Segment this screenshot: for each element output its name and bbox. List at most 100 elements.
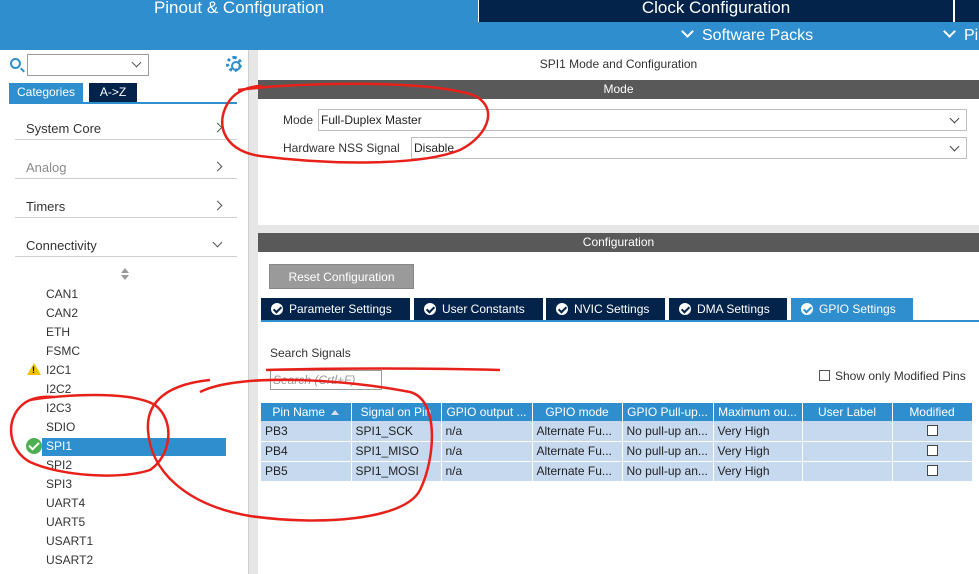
column-header[interactable]: GPIO Pull-up... [622,403,714,421]
cell-pin: PB5 [261,461,352,482]
peripheral-fsmc[interactable]: FSMC [46,343,80,360]
chevron-down-icon [949,141,960,152]
cell-speed: Very High [713,441,803,462]
category-system-core[interactable]: System Core [15,102,237,140]
peripheral-usart1[interactable]: USART1 [46,533,93,550]
peripheral-can1[interactable]: CAN1 [46,286,78,303]
tab-label: NVIC Settings [574,302,650,316]
cell-speed: Very High [713,461,803,482]
peripheral-uart4[interactable]: UART4 [46,495,85,512]
search-combo[interactable] [27,54,149,76]
tab-user-constants[interactable]: User Constants [414,298,543,320]
search-signals-label: Search Signals [270,346,351,360]
cell-modified [892,441,973,462]
cell-signal: SPI1_SCK [351,421,442,442]
table-row[interactable]: PB3 SPI1_SCK n/a Alternate Fu... No pull… [261,421,973,442]
peripheral-sdio[interactable]: SDIO [46,419,75,436]
pinout-menu[interactable]: Pi [943,25,978,45]
mode-select[interactable]: Full-Duplex Master [318,109,967,131]
tab-a-to-z[interactable]: A->Z [89,83,137,102]
software-packs-menu[interactable]: Software Packs [681,25,814,45]
peripheral-uart5[interactable]: UART5 [46,514,85,531]
cell-pull: No pull-up an... [622,441,714,462]
tab-label: GPIO Settings [819,302,896,316]
gpio-table: Pin Name Signal on Pin GPIO output ... G… [261,403,973,482]
gear-icon[interactable] [226,56,242,72]
chevron-down-icon [131,57,142,68]
cell-mode: Alternate Fu... [532,421,623,442]
chevron-down-icon [212,237,223,248]
check-circle-icon [424,303,436,315]
tab-pinout-configuration[interactable]: Pinout & Configuration [0,0,478,22]
table-row[interactable]: PB5 SPI1_MOSI n/a Alternate Fu... No pul… [261,461,973,482]
tab-overflow[interactable] [955,0,979,22]
cell-user-label[interactable] [802,421,893,442]
tab-clock-configuration[interactable]: Clock Configuration [479,0,953,22]
chevron-down-icon [681,25,694,38]
warning-icon [27,363,41,375]
tab-label: Parameter Settings [289,302,392,316]
checkbox-icon[interactable] [819,370,830,381]
column-header[interactable]: Maximum ou... [713,403,803,421]
nss-label: Hardware NSS Signal [283,141,400,155]
sort-icon[interactable] [121,268,129,280]
peripheral-i2c1[interactable]: I2C1 [46,362,71,379]
checkbox-icon[interactable] [926,465,938,476]
reset-configuration-button[interactable]: Reset Configuration [269,264,414,289]
category-analog[interactable]: Analog [15,141,237,179]
tab-parameter-settings[interactable]: Parameter Settings [261,298,410,320]
tab-gpio-settings[interactable]: GPIO Settings [791,298,913,320]
column-header[interactable]: GPIO mode [532,403,623,421]
mode-label: Mode [283,113,314,127]
page-title: SPI1 Mode and Configuration [539,57,698,71]
cell-output: n/a [441,461,533,482]
tab-categories[interactable]: Categories [9,83,83,102]
check-circle-icon [679,303,691,315]
show-modified-checkbox[interactable]: Show only Modified Pins [819,369,966,383]
tab-label: DMA Settings [697,302,770,316]
section-divider[interactable] [258,225,979,233]
tab-dma-settings[interactable]: DMA Settings [669,298,787,320]
column-header[interactable]: Signal on Pin [351,403,442,421]
cell-pull: No pull-up an... [622,421,714,442]
mode-select-value: Full-Duplex Master [321,113,422,127]
cell-pin: PB4 [261,441,352,462]
software-packs-label: Software Packs [702,27,814,44]
cell-user-label[interactable] [802,461,893,482]
category-connectivity[interactable]: Connectivity [15,219,237,257]
chevron-down-icon [949,113,960,124]
cell-modified [892,461,973,482]
nss-select[interactable]: Disable [411,137,967,159]
column-header[interactable]: Pin Name [261,403,352,421]
cell-modified [892,421,973,442]
check-circle-icon [26,438,42,454]
peripheral-eth[interactable]: ETH [46,324,70,341]
column-header[interactable]: User Label [802,403,893,421]
column-header[interactable]: GPIO output ... [441,403,533,421]
peripheral-can2[interactable]: CAN2 [46,305,78,322]
cell-mode: Alternate Fu... [532,461,623,482]
checkbox-icon[interactable] [926,445,938,456]
cell-speed: Very High [713,421,803,442]
cell-user-label[interactable] [802,441,893,462]
peripheral-spi2[interactable]: SPI2 [46,457,72,474]
peripheral-i2c2[interactable]: I2C2 [46,381,71,398]
column-header-label: Pin Name [272,405,326,419]
category-timers[interactable]: Timers [15,180,237,218]
check-circle-icon [556,303,568,315]
table-row[interactable]: PB4 SPI1_MISO n/a Alternate Fu... No pul… [261,441,973,462]
peripheral-spi1[interactable]: SPI1 [46,438,72,455]
search-signals-input[interactable]: Search (Crtl+F) [270,370,382,390]
search-icon[interactable] [10,58,21,69]
category-label: System Core [26,121,102,136]
category-label: Analog [26,160,67,175]
panel-splitter[interactable] [248,50,258,574]
peripheral-spi3[interactable]: SPI3 [46,476,72,493]
checkbox-icon[interactable] [926,424,938,436]
tab-underline [261,320,979,322]
column-header[interactable]: Modified [892,403,973,421]
peripheral-usart2[interactable]: USART2 [46,552,93,569]
peripheral-i2c3[interactable]: I2C3 [46,400,71,417]
tab-nvic-settings[interactable]: NVIC Settings [546,298,665,320]
chevron-right-icon [212,161,223,172]
